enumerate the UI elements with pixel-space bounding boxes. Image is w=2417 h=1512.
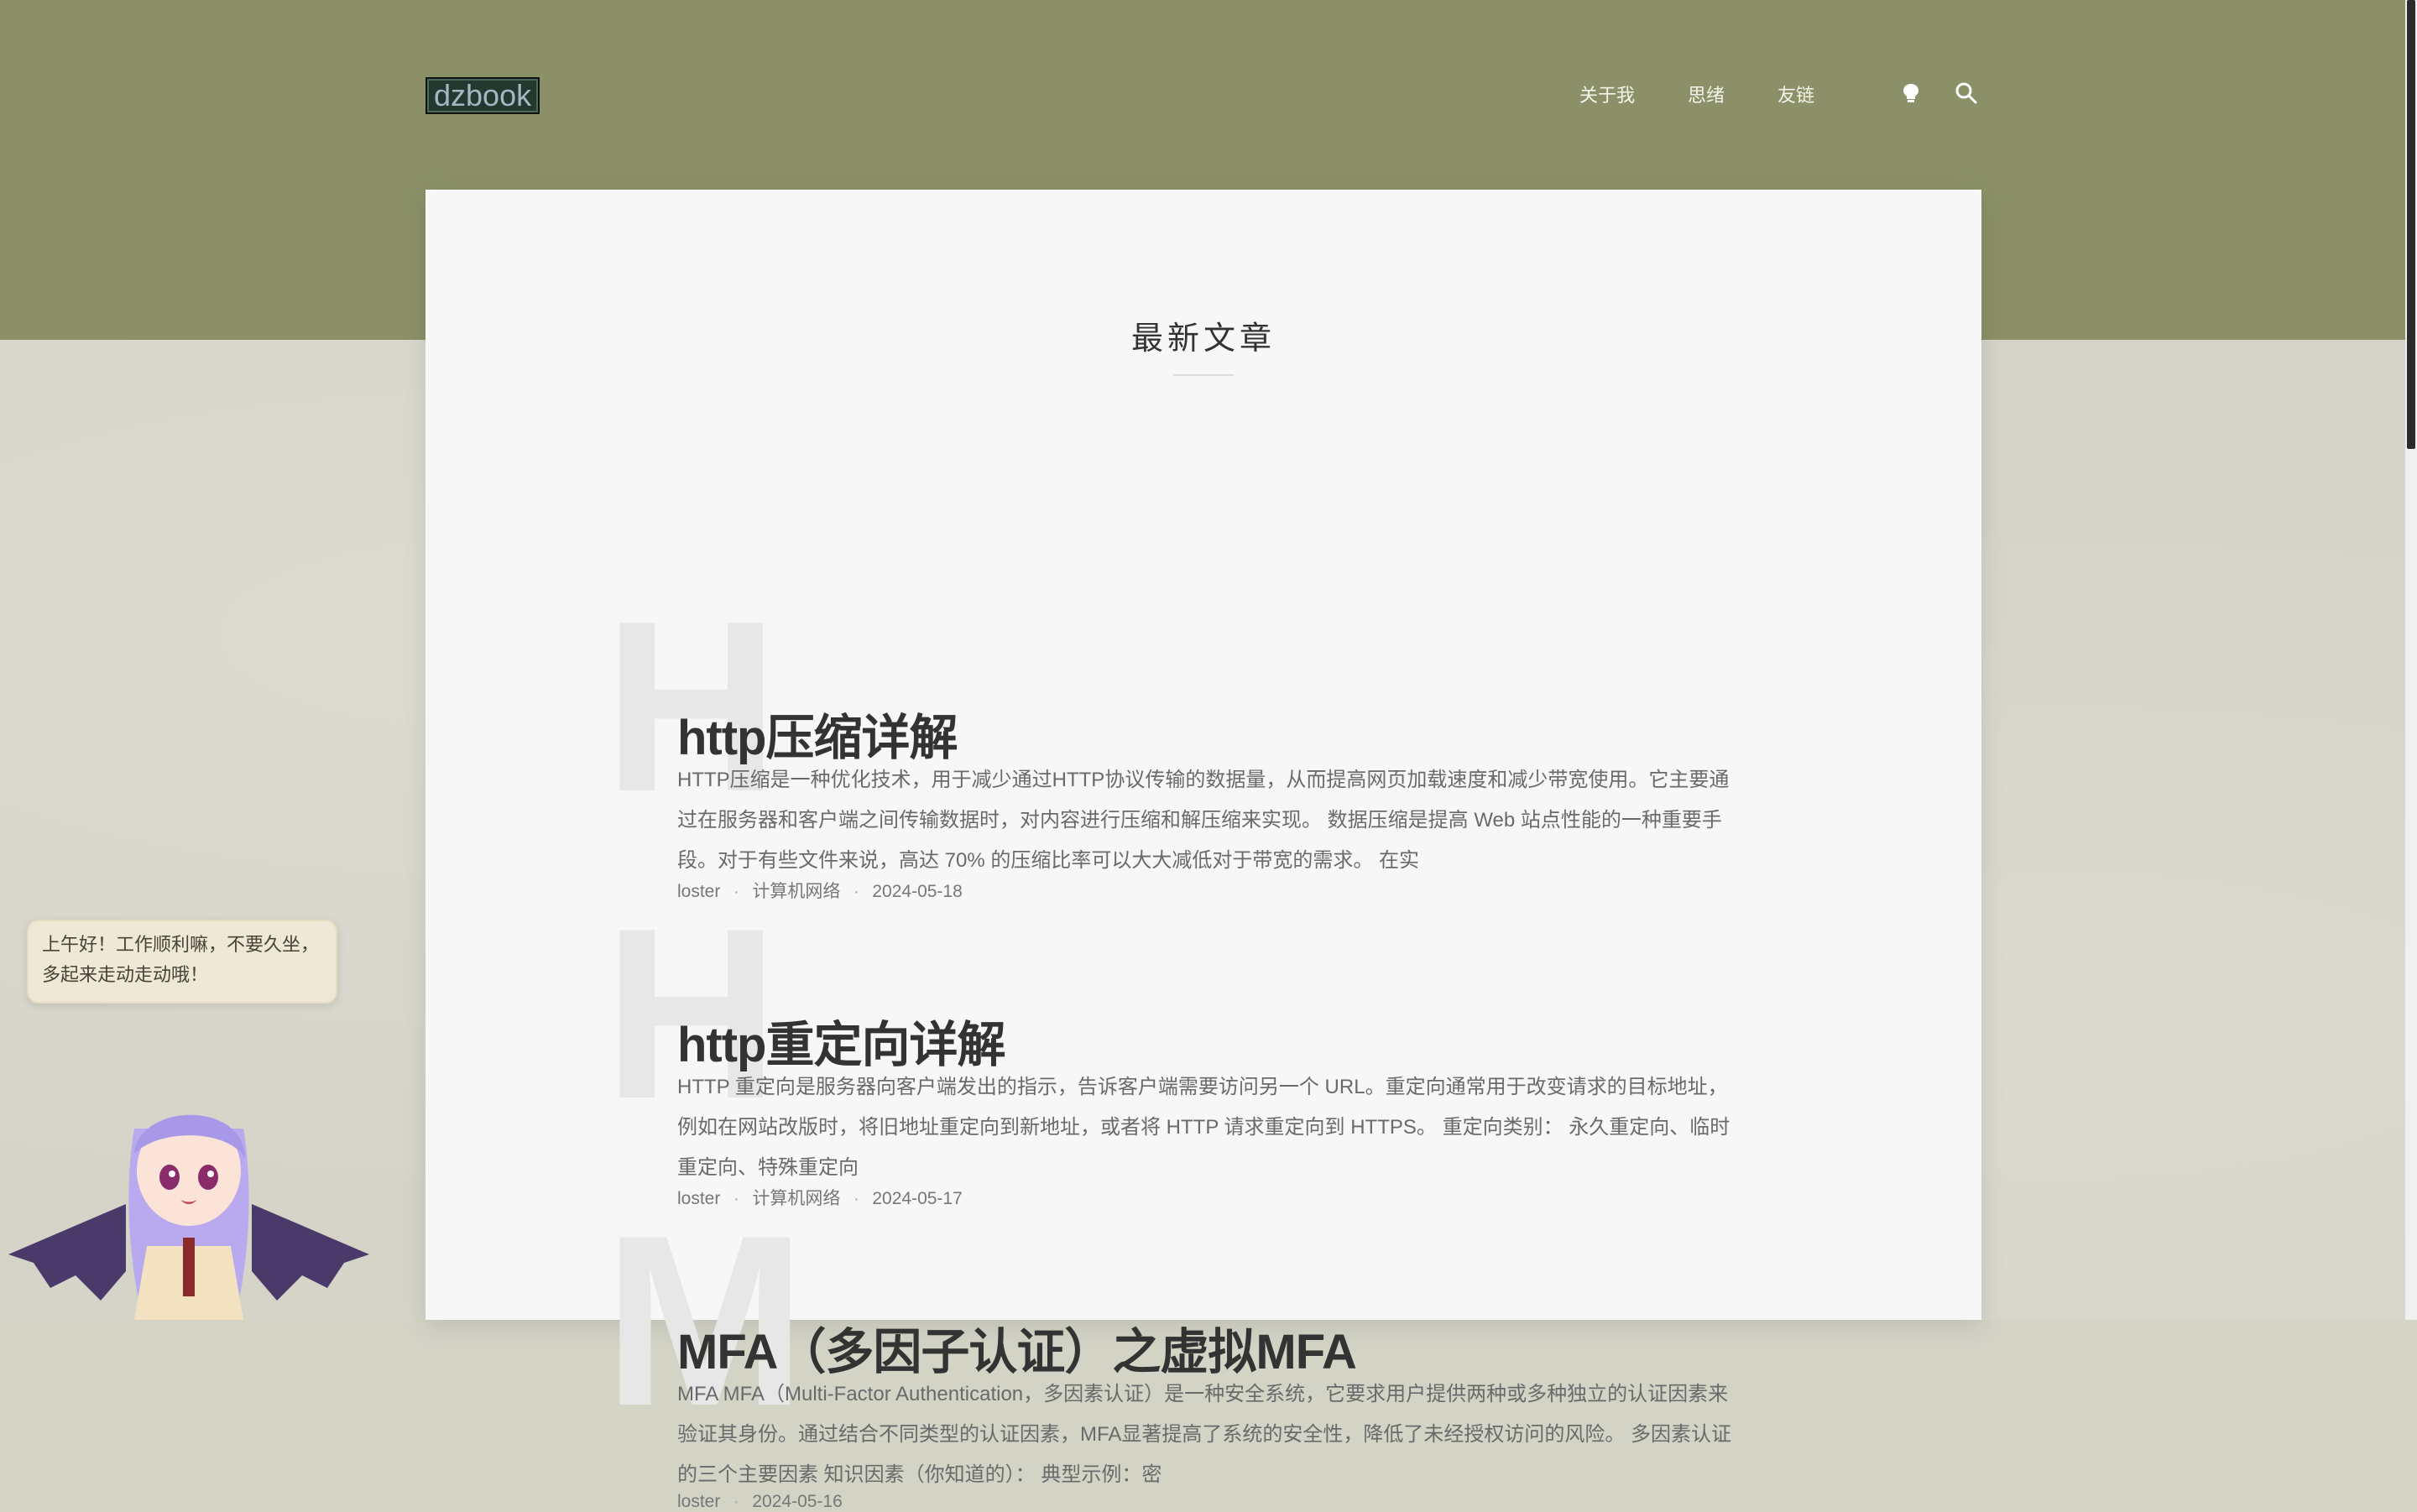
article-date: 2024-05-17 xyxy=(872,1189,963,1208)
scrollbar-track[interactable] xyxy=(2405,0,2417,1320)
nav-item-about[interactable]: 关于我 xyxy=(1579,81,1635,107)
article-title[interactable]: MFA（多因子认证）之虚拟MFA xyxy=(677,1312,1357,1383)
section-title: 最新文章 xyxy=(1130,321,1276,357)
search-icon[interactable] xyxy=(1954,81,1979,106)
nav-item-links[interactable]: 友链 xyxy=(1778,81,1814,107)
mascot-character[interactable] xyxy=(0,1078,378,1320)
article-excerpt: HTTP压缩是一种优化技术，用于减少通过HTTP协议传输的数据量，从而提高网页加… xyxy=(677,769,1730,872)
article-excerpt: HTTP 重定向是服务器向客户端发出的指示，告诉客户端需要访问另一个 URL。重… xyxy=(677,1076,1731,1179)
article-excerpt: MFA MFA（Multi-Factor Authentication，多因素认… xyxy=(677,1383,1732,1486)
article-date: 2024-05-16 xyxy=(752,1492,843,1511)
title-divider xyxy=(1173,374,1234,376)
nav-item-thoughts[interactable]: 思绪 xyxy=(1688,81,1725,107)
article-author[interactable]: loster xyxy=(677,1492,720,1511)
site-logo[interactable]: dzbook xyxy=(425,77,540,114)
article-title[interactable]: http压缩详解 xyxy=(677,698,958,769)
scrollbar-thumb[interactable] xyxy=(2407,0,2415,449)
mascot-speech-bubble: 上午好！工作顺利嘛，不要久坐，多起来走动走动哦！ xyxy=(27,920,337,1004)
article-meta: loster · 2024-05-16 xyxy=(677,1492,843,1511)
lightbulb-icon[interactable] xyxy=(1898,81,1924,106)
article-title[interactable]: http重定向详解 xyxy=(677,1005,1005,1076)
article-date: 2024-05-18 xyxy=(872,882,963,901)
article-list-card: 最新文章 H http压缩详解 HTTP压缩是一种优化技术，用于减少通过HTTP… xyxy=(425,190,1981,1511)
